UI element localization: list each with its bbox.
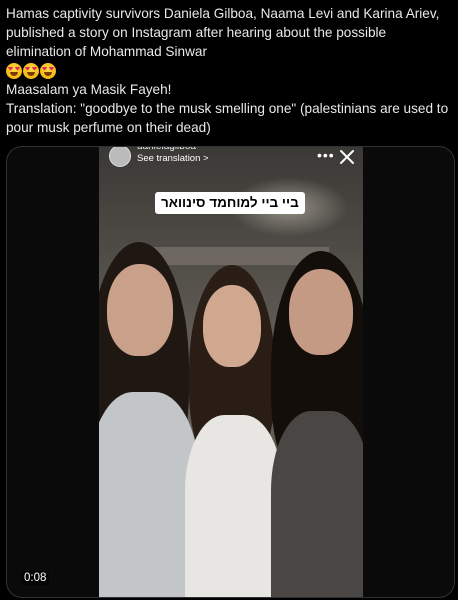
person-middle [185, 265, 283, 597]
video-player[interactable]: danielagilboa See translation > ••• ביי … [6, 146, 455, 598]
tweet-body-line2: Maasalam ya Masik Fayeh! [6, 82, 172, 97]
video-timestamp: 0:08 [21, 571, 50, 585]
hebrew-caption-banner: ביי ביי למוחמד סינוואר [155, 192, 305, 214]
instagram-username[interactable]: danielagilboa [137, 147, 196, 152]
person-left [99, 242, 199, 597]
tweet-body-line3: Translation: "goodbye to the musk smelli… [6, 101, 449, 135]
see-translation-link[interactable]: See translation > [137, 153, 209, 164]
heart-eyes-emoji-icon [6, 62, 22, 79]
video-frame[interactable]: danielagilboa See translation > ••• ביי … [99, 147, 363, 597]
heart-eyes-emoji-icon [40, 62, 56, 79]
avatar[interactable] [109, 147, 131, 167]
tweet-body-line1: Hamas captivity survivors Daniela Gilboa… [6, 6, 440, 59]
emoji-row [6, 61, 452, 80]
tweet-text: Hamas captivity survivors Daniela Gilboa… [6, 4, 452, 137]
heart-eyes-emoji-icon [23, 62, 39, 79]
person-right [271, 251, 363, 597]
more-icon[interactable]: ••• [317, 147, 335, 163]
instagram-story-header: danielagilboa See translation > ••• [99, 147, 363, 177]
close-icon[interactable] [337, 147, 357, 167]
